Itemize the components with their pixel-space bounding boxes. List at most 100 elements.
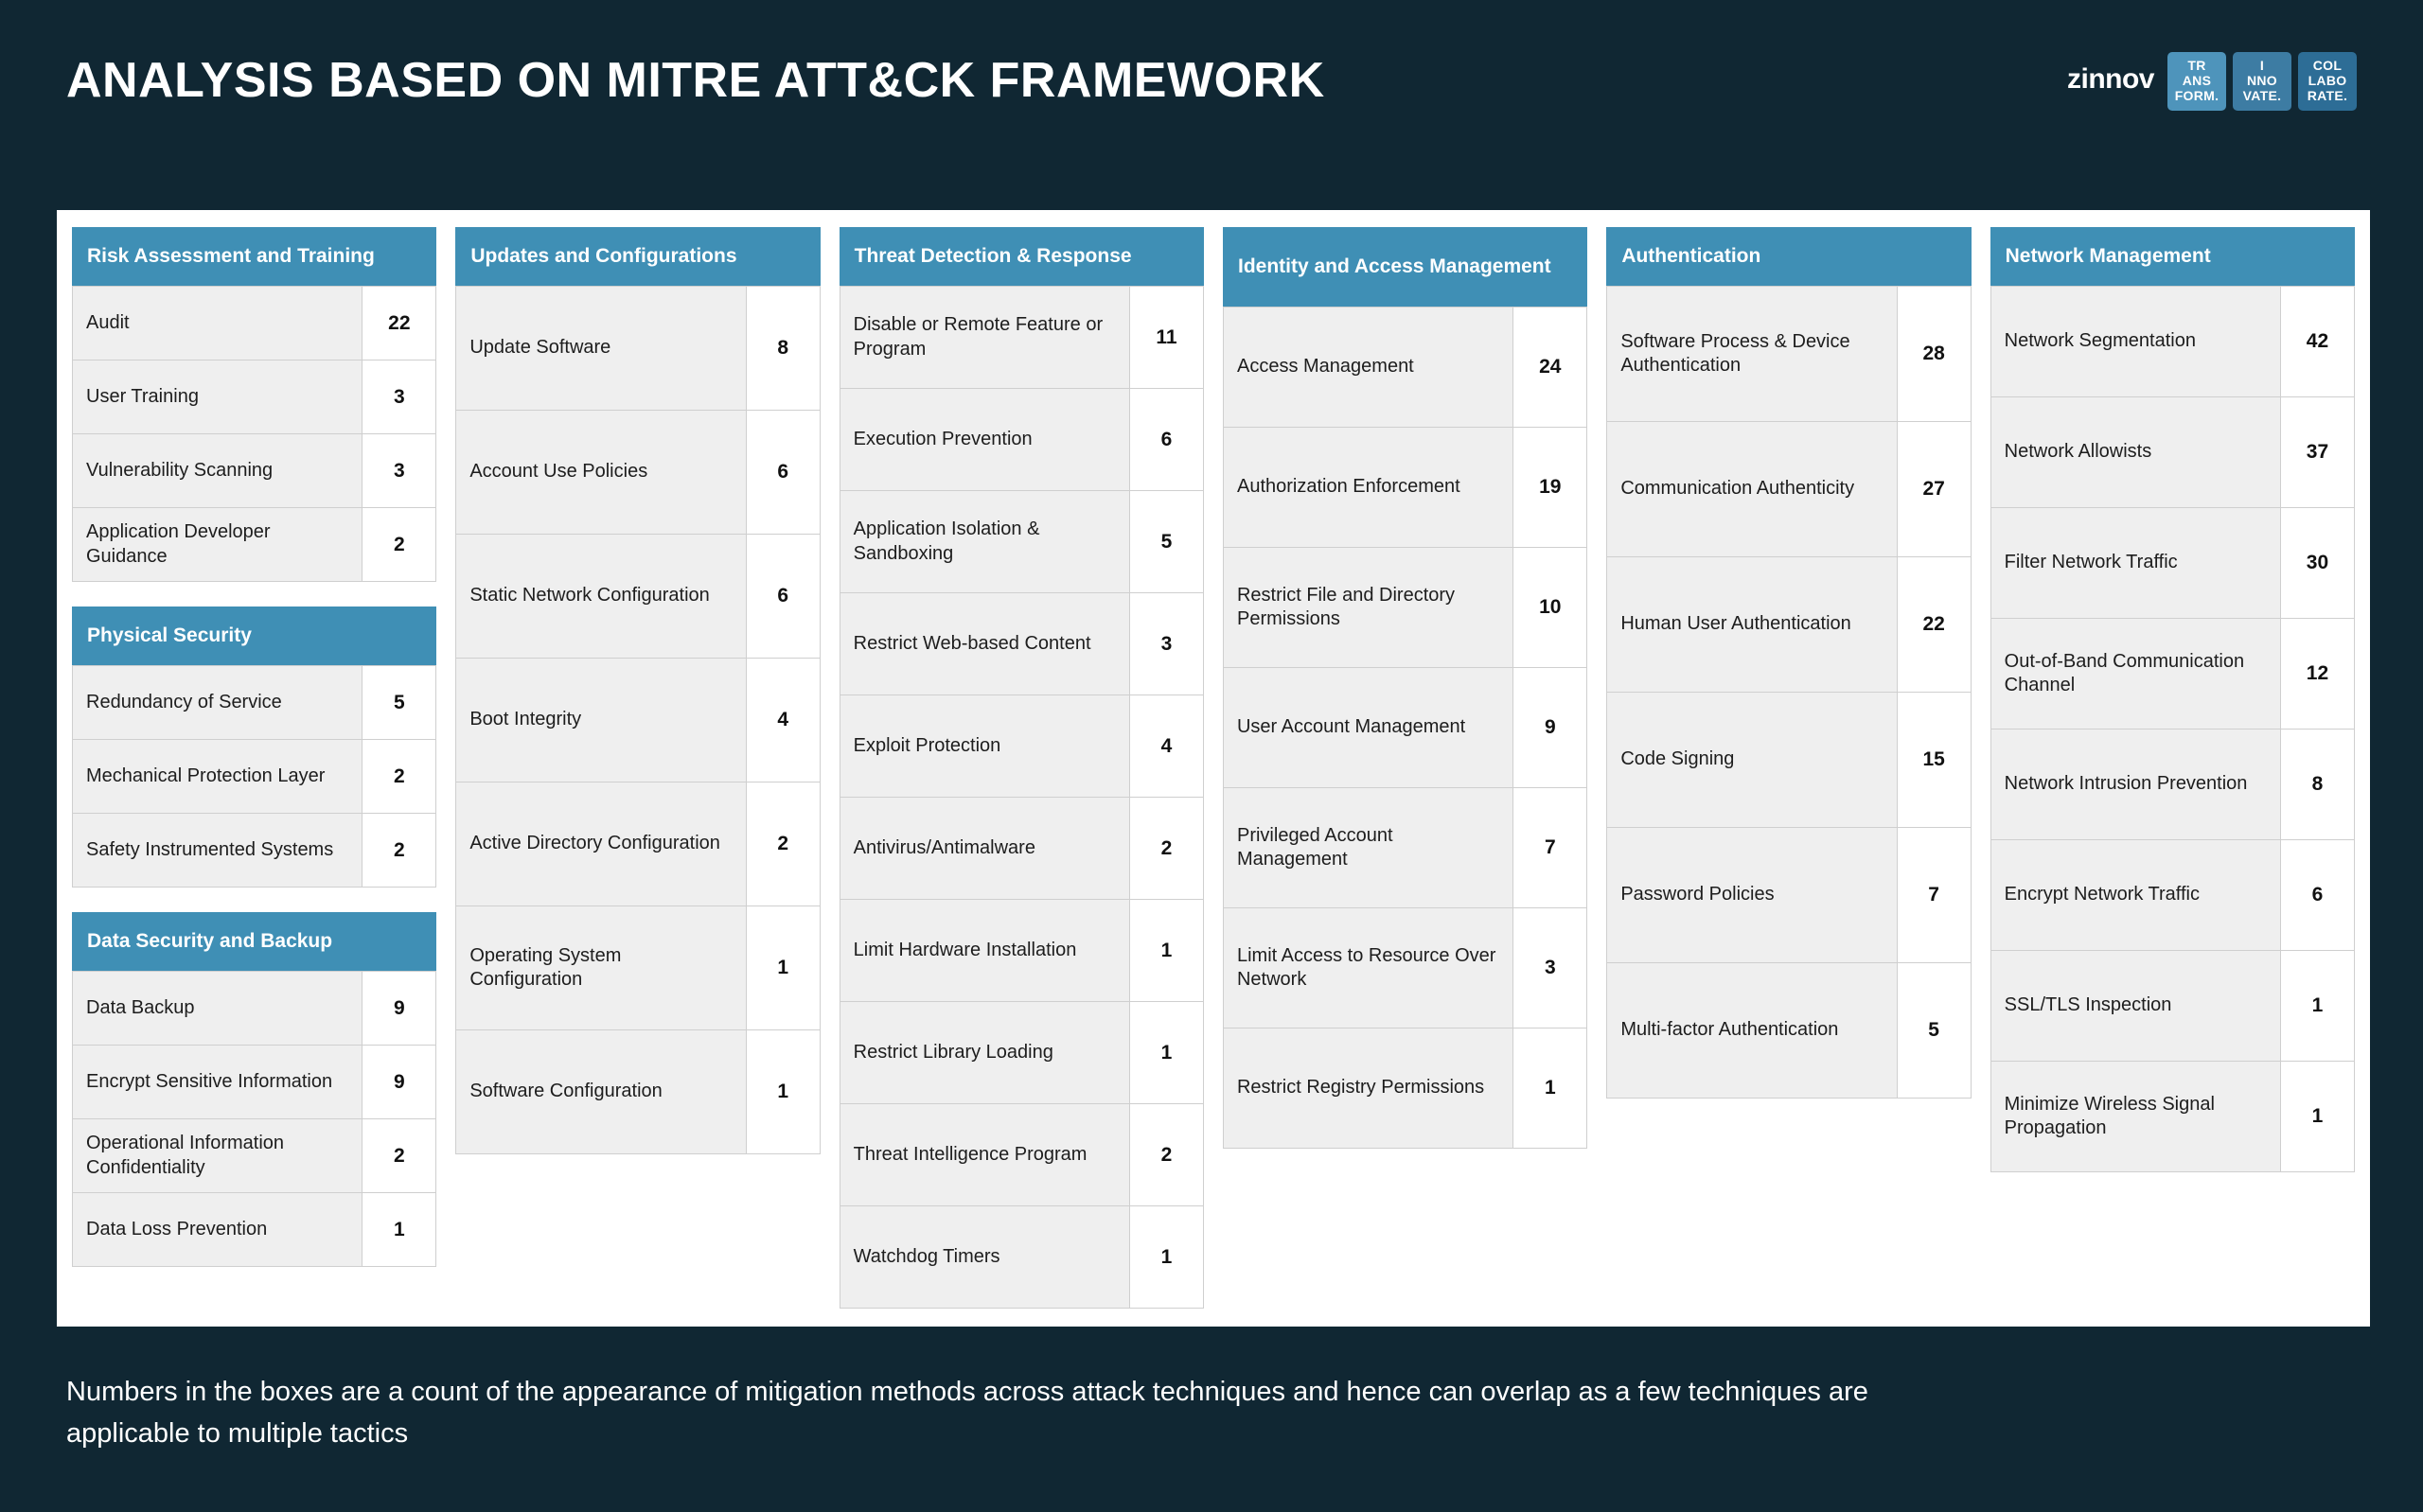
mitigation-count: 2 (1129, 798, 1204, 899)
mitigation-row[interactable]: Software Configuration 1 (455, 1030, 821, 1154)
mitigation-row[interactable]: Application Developer Guidance 2 (72, 508, 437, 582)
mitigation-count: 1 (2280, 951, 2355, 1061)
matrix-column-4: Identity and Access Management Access Man… (1222, 227, 1588, 1306)
mitigation-row[interactable]: Execution Prevention 6 (839, 389, 1204, 491)
mitigation-label: Code Signing (1606, 693, 1898, 827)
mitigation-row[interactable]: Human User Authentication 22 (1606, 557, 1972, 693)
mitigation-row[interactable]: Exploit Protection 4 (839, 695, 1204, 798)
tactic-group-header[interactable]: Risk Assessment and Training (72, 227, 437, 286)
tactic-group-header[interactable]: Threat Detection & Response (839, 227, 1204, 286)
tactic-group-header[interactable]: Updates and Configurations (455, 227, 821, 286)
mitigation-row[interactable]: Password Policies 7 (1606, 828, 1972, 963)
mitigation-count: 4 (1129, 695, 1204, 797)
mitigation-row[interactable]: Filter Network Traffic 30 (1990, 508, 2355, 619)
mitigation-label: Filter Network Traffic (1990, 508, 2281, 618)
mitigation-row[interactable]: Disable or Remote Feature or Program 11 (839, 287, 1204, 389)
mitigation-row[interactable]: Safety Instrumented Systems 2 (72, 814, 437, 888)
mitigation-row[interactable]: Antivirus/Antimalware 2 (839, 798, 1204, 900)
mitigation-row[interactable]: Restrict Registry Permissions 1 (1222, 1029, 1588, 1149)
mitigation-label: User Account Management (1222, 668, 1514, 787)
tactic-group-header[interactable]: Authentication (1606, 227, 1972, 286)
mitigation-count: 15 (1897, 693, 1972, 827)
mitigation-row[interactable]: Active Directory Configuration 2 (455, 782, 821, 906)
mitigation-label: Limit Hardware Installation (839, 900, 1130, 1001)
mitigation-row[interactable]: Static Network Configuration 6 (455, 535, 821, 659)
mitigation-row[interactable]: Code Signing 15 (1606, 693, 1972, 828)
mitigation-row[interactable]: Operating System Configuration 1 (455, 906, 821, 1030)
mitigation-row[interactable]: User Training 3 (72, 360, 437, 434)
mitigation-row[interactable]: Limit Access to Resource Over Network 3 (1222, 908, 1588, 1029)
mitigation-label: User Training (72, 360, 363, 433)
mitigation-row[interactable]: Restrict Library Loading 1 (839, 1002, 1204, 1104)
brand-wordmark: zinnov (2067, 63, 2155, 95)
mitigation-row[interactable]: Threat Intelligence Program 2 (839, 1104, 1204, 1206)
brand-box-2-line-1: I (2259, 58, 2265, 74)
mitigation-row[interactable]: Operational Information Confidentiality 2 (72, 1119, 437, 1193)
mitigation-row[interactable]: Network Segmentation 42 (1990, 287, 2355, 397)
mitigation-count: 2 (363, 814, 437, 887)
mitigation-row[interactable]: Encrypt Network Traffic 6 (1990, 840, 2355, 951)
mitigation-row[interactable]: Watchdog Timers 1 (839, 1206, 1204, 1309)
mitigation-label: Privileged Account Management (1222, 788, 1514, 907)
matrix-column-2: Updates and Configurations Update Softwar… (455, 227, 821, 1306)
mitigation-count: 1 (2280, 1062, 2355, 1171)
mitigation-count: 1 (363, 1193, 437, 1266)
mitigation-row[interactable]: Data Backup 9 (72, 972, 437, 1046)
mitigation-label: Audit (72, 287, 363, 360)
mitigation-row[interactable]: Software Process & Device Authentication… (1606, 287, 1972, 422)
mitigation-row[interactable]: Multi-factor Authentication 5 (1606, 963, 1972, 1099)
mitigation-row[interactable]: Communication Authenticity 27 (1606, 422, 1972, 557)
mitigation-count: 24 (1513, 308, 1588, 427)
mitigation-row[interactable]: Limit Hardware Installation 1 (839, 900, 1204, 1002)
mitigation-label: Application Isolation & Sandboxing (839, 491, 1130, 592)
tactic-group-header[interactable]: Data Security and Backup (72, 912, 437, 971)
mitigation-label: Limit Access to Resource Over Network (1222, 908, 1514, 1028)
mitigation-count: 12 (2280, 619, 2355, 729)
mitigation-row[interactable]: Out-of-Band Communication Channel 12 (1990, 619, 2355, 730)
brand-box-2-line-3: VATE. (2242, 87, 2282, 103)
mitigation-label: Restrict Library Loading (839, 1002, 1130, 1103)
mitigation-row[interactable]: Minimize Wireless Signal Propagation 1 (1990, 1062, 2355, 1172)
mitigation-label: Execution Prevention (839, 389, 1130, 490)
mitigation-list: Software Process & Device Authentication… (1606, 286, 1972, 1099)
tactic-group-header[interactable]: Identity and Access Management (1222, 227, 1588, 307)
mitigation-row[interactable]: Restrict File and Directory Permissions 1… (1222, 548, 1588, 668)
mitigation-row[interactable]: Authorization Enforcement 19 (1222, 428, 1588, 548)
mitigation-label: Operating System Configuration (455, 906, 747, 1029)
mitigation-row[interactable]: Network Intrusion Prevention 8 (1990, 730, 2355, 840)
mitigation-count: 1 (1129, 900, 1204, 1001)
mitigation-row[interactable]: Account Use Policies 6 (455, 411, 821, 535)
mitigation-row[interactable]: Update Software 8 (455, 287, 821, 411)
mitigation-row[interactable]: Redundancy of Service 5 (72, 666, 437, 740)
brand-box-1: TR ANS FORM. (2167, 52, 2226, 111)
mitigation-label: Antivirus/Antimalware (839, 798, 1130, 899)
mitigation-count: 42 (2280, 287, 2355, 396)
brand-box-1-line-1: TR (2187, 58, 2206, 74)
mitigation-row[interactable]: Data Loss Prevention 1 (72, 1193, 437, 1267)
mitigation-row[interactable]: Encrypt Sensitive Information 9 (72, 1046, 437, 1119)
mitigation-row[interactable]: Access Management 24 (1222, 308, 1588, 428)
mitigation-row[interactable]: Restrict Web-based Content 3 (839, 593, 1204, 695)
mitigation-row[interactable]: Boot Integrity 4 (455, 659, 821, 782)
mitigation-row[interactable]: SSL/TLS Inspection 1 (1990, 951, 2355, 1062)
tactic-group-header[interactable]: Physical Security (72, 607, 437, 665)
mitigation-count: 2 (363, 740, 437, 813)
mitigation-row[interactable]: Network Allowists 37 (1990, 397, 2355, 508)
mitigation-row[interactable]: User Account Management 9 (1222, 668, 1588, 788)
mitigation-list: Access Management 24 Authorization Enforce… (1222, 307, 1588, 1149)
brand-box-3-line-1: COL (2312, 58, 2343, 74)
mitigation-row[interactable]: Mechanical Protection Layer 2 (72, 740, 437, 814)
tactic-group: Physical Security Redundancy of Service 5 M… (72, 607, 437, 888)
mitigation-row[interactable]: Vulnerability Scanning 3 (72, 434, 437, 508)
mitigation-row[interactable]: Privileged Account Management 7 (1222, 788, 1588, 908)
mitigation-label: Restrict Registry Permissions (1222, 1029, 1514, 1148)
page-title: ANALYSIS BASED ON MITRE ATT&CK FRAMEWORK (66, 53, 1325, 108)
mitigation-label: Data Loss Prevention (72, 1193, 363, 1266)
footnote-text: Numbers in the boxes are a count of the … (66, 1377, 1868, 1449)
mitigation-row[interactable]: Application Isolation & Sandboxing 5 (839, 491, 1204, 593)
mitigation-row[interactable]: Audit 22 (72, 287, 437, 360)
mitigation-label: Boot Integrity (455, 659, 747, 782)
mitigation-label: Application Developer Guidance (72, 508, 363, 581)
tactic-group-header[interactable]: Network Management (1990, 227, 2355, 286)
matrix-column-5: Authentication Software Process & Device … (1606, 227, 1972, 1306)
